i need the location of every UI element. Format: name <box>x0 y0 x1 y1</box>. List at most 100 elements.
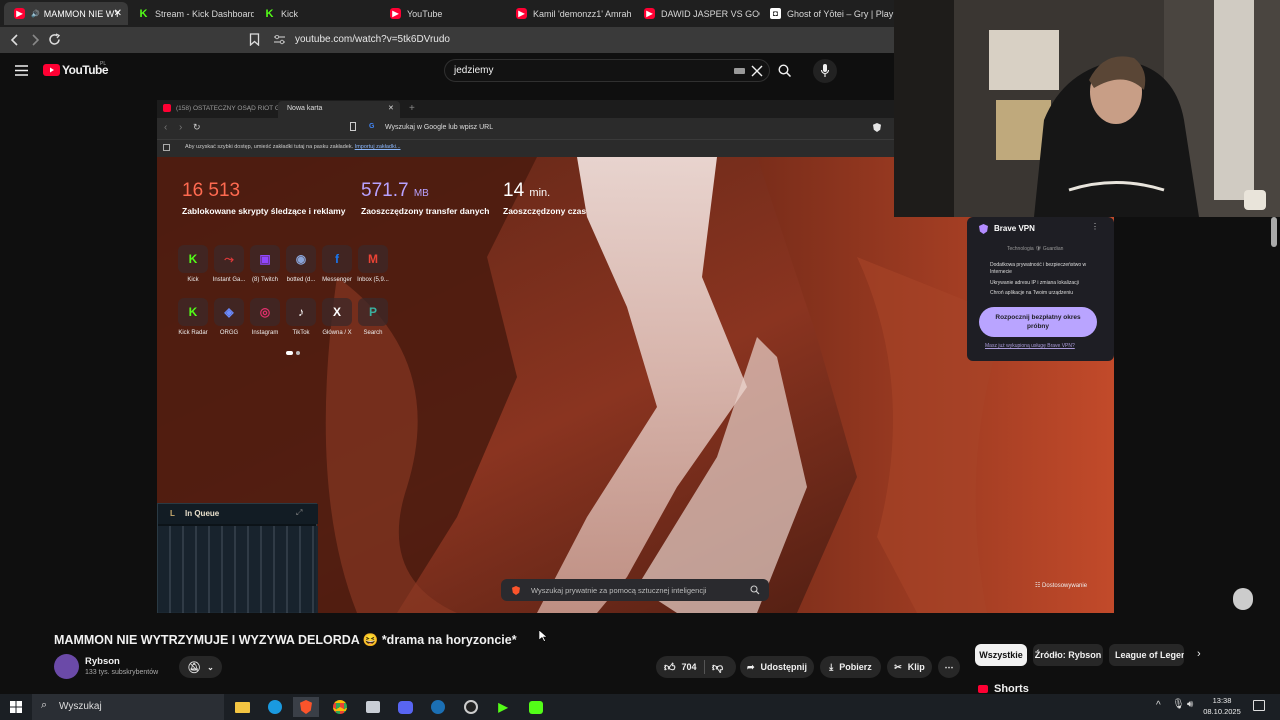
tab-mammon[interactable]: ▶ 🔊 MAMMON NIE WY ✕ <box>4 2 128 25</box>
new-tab-icon[interactable]: + <box>409 103 415 114</box>
page-scrollbar-thumb[interactable] <box>1271 217 1277 247</box>
tab-kamil[interactable]: ▶ Kamil 'demonzz1' Amrah <box>506 2 632 25</box>
brave-shields-icon[interactable] <box>873 123 881 132</box>
like-dislike-group: 👍︎ 704 👎︎ <box>656 656 736 678</box>
close-tab-icon[interactable]: ✕ <box>114 8 122 19</box>
clock[interactable]: 13:38 08.10.2025 <box>1202 696 1242 716</box>
vpn-trial-button[interactable]: Rozpocznij bezpłatny okres próbny <box>979 307 1097 337</box>
chrome-icon[interactable] <box>327 697 353 717</box>
tab-dawid[interactable]: ▶ DAWID JASPER VS GOOGL <box>634 2 760 25</box>
kick-taskbar-icon[interactable]: ▶ <box>490 697 516 717</box>
playstation-icon: ◘ <box>770 8 781 19</box>
tab-label: YouTube <box>407 8 443 19</box>
app-icon[interactable] <box>360 697 386 717</box>
tab-youtube[interactable]: ▶ YouTube <box>380 2 506 25</box>
file-explorer-icon[interactable] <box>229 697 255 717</box>
page-indicator[interactable] <box>296 351 300 355</box>
forward-icon[interactable]: › <box>179 122 182 133</box>
close-tab-icon[interactable]: ✕ <box>388 104 394 112</box>
like-button[interactable]: 👍︎ 704 <box>664 661 697 674</box>
floating-avatar[interactable] <box>1233 588 1253 610</box>
chip-source[interactable]: Źródło: Rybson <box>1033 644 1103 666</box>
shortcut-tile[interactable]: X <box>322 298 352 326</box>
more-options-icon[interactable]: ⋮ <box>1091 222 1099 231</box>
windows-taskbar: ⌕ Wyszukaj ▶ ^ 🎙︎ 🔊︎ 13:38 08.10.2025 <box>0 694 1280 720</box>
youtube-logo-icon[interactable] <box>43 64 60 76</box>
import-bookmarks-link[interactable]: Importuj zakładki... <box>355 144 401 150</box>
reload-icon[interactable] <box>48 33 61 46</box>
voice-search-button[interactable] <box>813 59 837 83</box>
subscribed-button[interactable]: 🔕︎ ⌄ <box>179 656 222 678</box>
share-button[interactable]: ➦ Udostępnij <box>740 656 814 678</box>
page-indicator-active[interactable] <box>286 351 293 355</box>
edge-icon[interactable] <box>262 697 288 717</box>
bookmark-icon[interactable] <box>350 122 356 131</box>
brave-taskbar-icon[interactable] <box>293 697 319 717</box>
thumbs-down-icon[interactable]: 👎︎ <box>712 661 723 674</box>
bookmark-icon[interactable] <box>249 33 260 46</box>
notifications-icon[interactable] <box>1253 700 1265 711</box>
microphone-tray-icon[interactable]: 🎙︎ <box>1172 699 1185 710</box>
inner-tab-2[interactable]: Nowa karta ✕ <box>278 101 400 118</box>
browser-toolbar: youtube.com/watch?v=5tk6DVrudo <box>0 27 894 53</box>
chip-all[interactable]: Wszystkie <box>975 644 1027 666</box>
steam-icon[interactable] <box>425 697 451 717</box>
back-icon[interactable]: ‹ <box>164 122 167 133</box>
inner-address-bar[interactable]: Wyszukaj w Google lub wpisz URL <box>385 124 493 131</box>
chevron-right-icon[interactable]: › <box>1197 648 1201 660</box>
shortcut-tile[interactable]: ⤳ <box>214 245 244 273</box>
ai-search-bar[interactable]: Wyszukaj prywatnie za pomocą sztucznej i… <box>501 579 769 601</box>
tab-kick-dashboard[interactable]: K Stream - Kick Dashboard <box>128 2 254 25</box>
vpn-existing-link[interactable]: Masz już wykupioną usługę Brave VPN? <box>985 343 1075 349</box>
shortcut-icon: f <box>335 252 339 266</box>
menu-icon[interactable] <box>15 65 28 76</box>
tray-chevron-icon[interactable]: ^ <box>1156 700 1161 711</box>
obs-icon[interactable] <box>458 697 484 717</box>
clip-button[interactable]: ✂ Klip <box>887 656 932 678</box>
customize-button[interactable]: ☷ Dostosowywanie <box>1035 582 1087 589</box>
shortcut-tile[interactable]: ◉ <box>286 245 316 273</box>
search-icon[interactable] <box>778 64 791 77</box>
discord-icon[interactable] <box>392 697 418 717</box>
shortcut-tile[interactable]: K <box>178 298 208 326</box>
forward-icon[interactable] <box>29 34 41 46</box>
channel-name[interactable]: Rybson <box>85 656 120 667</box>
tab-label: Ghost of Yōtei – Gry | Play <box>787 8 894 19</box>
youtube-icon: ▶ <box>644 8 655 19</box>
windows-start-icon[interactable] <box>10 701 22 713</box>
clock-date: 08.10.2025 <box>1203 707 1241 716</box>
expand-icon[interactable]: ⤢ <box>296 508 302 518</box>
search-input[interactable]: jedziemy <box>454 65 493 76</box>
more-actions-button[interactable]: ⋯ <box>938 656 960 678</box>
inner-tab-1[interactable]: (158) OSTATECZNY OSĄD RIOT GAM <box>176 105 290 112</box>
reload-icon[interactable]: ↻ <box>193 122 201 133</box>
shortcut-tile[interactable]: ◈ <box>214 298 244 326</box>
channel-avatar[interactable] <box>54 654 79 679</box>
address-bar[interactable]: youtube.com/watch?v=5tk6DVrudo <box>295 34 450 45</box>
back-icon[interactable] <box>9 34 21 46</box>
chip-lol[interactable]: League of Legends <box>1109 644 1184 666</box>
shortcut-tile[interactable]: ▣ <box>250 245 280 273</box>
shortcut-tile[interactable]: f <box>322 245 352 273</box>
shortcut-tile[interactable]: ♪ <box>286 298 316 326</box>
tab-ghost-of-yotei[interactable]: ◘ Ghost of Yōtei – Gry | Play <box>760 2 894 25</box>
vpn-feature-2: Ukrywanie adresu IP i zmiana lokalizacji <box>990 280 1079 286</box>
inner-toolbar: ‹ › ↻ G Wyszukaj w Google lub wpisz URL <box>157 118 894 139</box>
taskbar-search[interactable]: ⌕ Wyszukaj <box>32 694 224 720</box>
search-icon[interactable] <box>750 585 760 595</box>
shortcut-tile[interactable]: M <box>358 245 388 273</box>
download-button[interactable]: ⤓ Pobierz <box>820 656 881 678</box>
site-settings-icon[interactable] <box>274 35 285 45</box>
keyboard-icon[interactable] <box>734 68 745 74</box>
kick-studio-icon[interactable] <box>523 697 549 717</box>
youtube-icon <box>163 104 171 112</box>
shortcut-tile[interactable]: P <box>358 298 388 326</box>
clear-search-icon[interactable] <box>751 65 763 77</box>
shortcut-icon: ◎ <box>259 305 271 319</box>
shortcut-tile[interactable]: K <box>178 245 208 273</box>
tab-kick[interactable]: K Kick <box>254 2 380 25</box>
volume-icon[interactable]: 🔊︎ <box>1187 699 1193 710</box>
shortcut-tile[interactable]: ◎ <box>250 298 280 326</box>
apps-icon[interactable] <box>163 144 170 151</box>
search-box[interactable]: jedziemy <box>444 59 770 82</box>
